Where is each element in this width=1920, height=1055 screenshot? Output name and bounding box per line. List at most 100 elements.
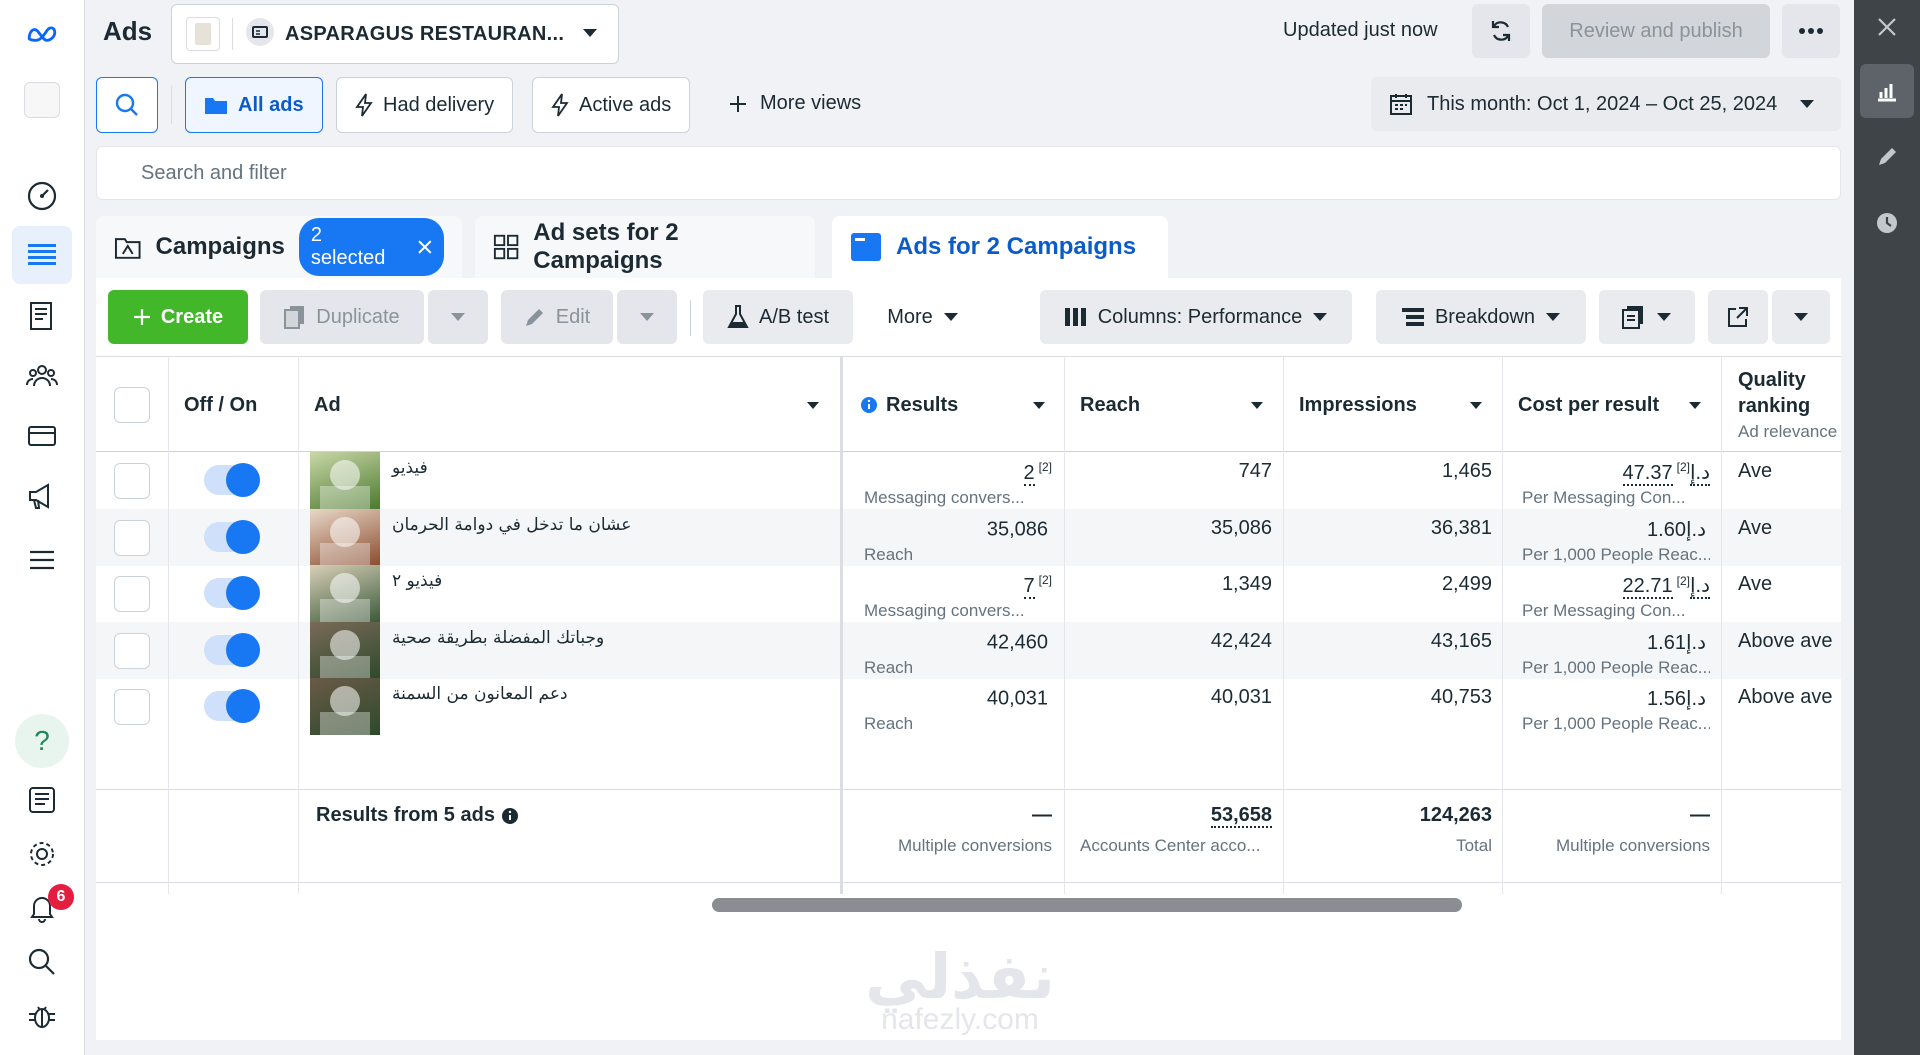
summary-impressions-sub: Total [1456, 836, 1492, 855]
meta-logo-icon[interactable] [22, 14, 62, 54]
pencil-edit-icon[interactable] [1860, 130, 1914, 184]
more-actions-button[interactable]: More [868, 290, 978, 344]
ad-window-icon [851, 233, 881, 261]
campaign-folder-icon [114, 238, 141, 259]
ab-test-button[interactable]: A/B test [703, 290, 853, 344]
breakdown-selector[interactable]: Breakdown [1376, 290, 1586, 344]
menu-icon[interactable] [22, 540, 62, 580]
bug-report-icon[interactable] [22, 996, 62, 1036]
history-clock-icon[interactable] [1860, 196, 1914, 250]
results-sub: Messaging convers... [864, 601, 1025, 621]
ad-thumbnail[interactable] [310, 452, 380, 509]
duplicate-dropdown[interactable] [428, 290, 488, 344]
dashboard-gauge-icon[interactable] [22, 176, 62, 216]
billing-card-icon[interactable] [22, 416, 62, 456]
table-row[interactable]: وجباتك المفضلة بطريقة صحية 42,460 Reach … [96, 621, 1841, 679]
col-impressions[interactable]: Impressions [1299, 357, 1493, 453]
col-results[interactable]: Results [860, 357, 1056, 453]
account-selector[interactable]: ASPARAGUS RESTAURAN... [171, 4, 619, 64]
had-delivery-chip[interactable]: Had delivery [336, 77, 514, 133]
row-checkbox[interactable] [114, 463, 150, 499]
table-row[interactable]: فيذيو ٢ 7 [2] Messaging convers... 1,349 … [96, 565, 1841, 623]
ad-thumbnail[interactable] [310, 508, 380, 566]
ad-on-off-toggle[interactable] [204, 632, 260, 667]
chevron-down-icon [943, 313, 958, 321]
reach-value: 747 [1238, 460, 1272, 482]
tab-campaigns[interactable]: Campaigns 2 selected [96, 216, 462, 278]
tab-campaigns-label: Campaigns [155, 233, 285, 260]
summary-reach[interactable]: 53,658 [1076, 804, 1272, 828]
close-icon[interactable] [1860, 0, 1914, 54]
edit-button[interactable]: Edit [501, 290, 613, 344]
col-quality-label: Quality ranking [1738, 369, 1811, 417]
ad-thumbnail[interactable] [310, 621, 380, 679]
search-filter-input[interactable]: Search and filter [96, 146, 1841, 200]
search-button[interactable] [96, 77, 158, 133]
table-row[interactable]: عشان ما تدخل في دوامة الحرمان 35,086 Rea… [96, 508, 1841, 566]
ad-name[interactable]: فيذيو [392, 458, 632, 478]
active-ads-chip[interactable]: Active ads [532, 77, 691, 133]
more-views-button[interactable]: More views [728, 92, 861, 115]
select-all-checkbox[interactable] [114, 387, 150, 423]
tab-ad-sets[interactable]: Ad sets for 2 Campaigns [475, 216, 815, 278]
ad-name[interactable]: دعم المعانون من السمنة [392, 684, 632, 704]
ad-on-off-toggle[interactable] [204, 689, 260, 724]
row-checkbox[interactable] [114, 519, 150, 556]
ad-thumbnail[interactable] [310, 678, 380, 736]
settings-gear-icon[interactable] [22, 834, 62, 874]
page-title: Ads [103, 16, 153, 46]
account-avatar[interactable] [22, 80, 62, 120]
chart-bar-icon[interactable] [1860, 64, 1914, 118]
col-ad[interactable]: Ad [314, 357, 844, 453]
had-delivery-label: Had delivery [383, 93, 495, 116]
refresh-button[interactable] [1472, 4, 1530, 58]
help-question-icon[interactable]: ? [15, 714, 69, 768]
impressions-value: 40,753 [1430, 686, 1492, 709]
table-row[interactable]: فيذيو 2 [2] Messaging convers... 747 1,46… [96, 452, 1841, 509]
edit-dropdown[interactable] [617, 290, 677, 344]
selected-count: 2 selected [310, 224, 386, 269]
ad-name[interactable]: فيذيو ٢ [392, 571, 632, 591]
more-options-button[interactable] [1782, 4, 1840, 58]
chevron-down-icon [1800, 100, 1815, 108]
row-checkbox[interactable] [114, 632, 150, 669]
col-reach[interactable]: Reach [1080, 357, 1274, 453]
table-row[interactable]: دعم المعانون من السمنة 40,031 Reach 40,0… [96, 678, 1841, 736]
date-range-picker[interactable]: This month: Oct 1, 2024 – Oct 25, 2024 [1371, 77, 1841, 131]
audiences-people-icon[interactable] [22, 356, 62, 396]
search-icon[interactable] [22, 942, 62, 982]
selected-pill[interactable]: 2 selected [298, 218, 444, 276]
duplicate-button[interactable]: Duplicate [260, 290, 424, 344]
create-button[interactable]: Create [108, 290, 248, 344]
cost-sub: Per Messaging Con... [1522, 601, 1686, 621]
horizontal-scrollbar[interactable] [712, 898, 1462, 912]
all-ads-chip[interactable]: All ads [185, 77, 323, 133]
cost-footnote: [2] [1676, 573, 1690, 588]
ad-on-off-toggle[interactable] [204, 519, 260, 554]
col-quality-ranking[interactable]: Quality ranking Ad relevance [1738, 367, 1841, 445]
ad-name[interactable]: وجباتك المفضلة بطريقة صحية [392, 628, 632, 648]
chevron-down-icon [451, 313, 465, 321]
ad-name[interactable]: عشان ما تدخل في دوامة الحرمان [392, 515, 632, 535]
cost-value: 22.71د.إ[2] [1514, 573, 1710, 600]
col-cost-per-result[interactable]: Cost per result [1518, 357, 1712, 453]
ad-thumbnail[interactable] [310, 565, 380, 623]
columns-selector[interactable]: Columns: Performance [1040, 290, 1352, 344]
row-checkbox[interactable] [114, 689, 150, 726]
left-nav-rail: ? 6 [0, 0, 85, 1055]
news-icon[interactable] [22, 780, 62, 820]
ads-manager-table-icon[interactable] [12, 226, 72, 284]
export-dropdown[interactable] [1772, 290, 1830, 344]
ad-on-off-toggle[interactable] [204, 576, 260, 611]
ellipsis-icon [1799, 28, 1823, 34]
campaign-megaphone-icon[interactable] [22, 476, 62, 516]
row-checkbox[interactable] [114, 576, 150, 613]
cost-sub: Per 1,000 People Reac... [1522, 544, 1710, 564]
review-publish-button[interactable]: Review and publish [1542, 4, 1770, 58]
ad-on-off-toggle[interactable] [204, 463, 260, 497]
reports-book-icon[interactable] [22, 296, 62, 336]
reports-dropdown[interactable] [1599, 290, 1695, 344]
export-button[interactable] [1708, 290, 1768, 344]
tab-ads[interactable]: Ads for 2 Campaigns [832, 216, 1168, 278]
watermark: نفذلي nafezly.com [850, 940, 1070, 1037]
